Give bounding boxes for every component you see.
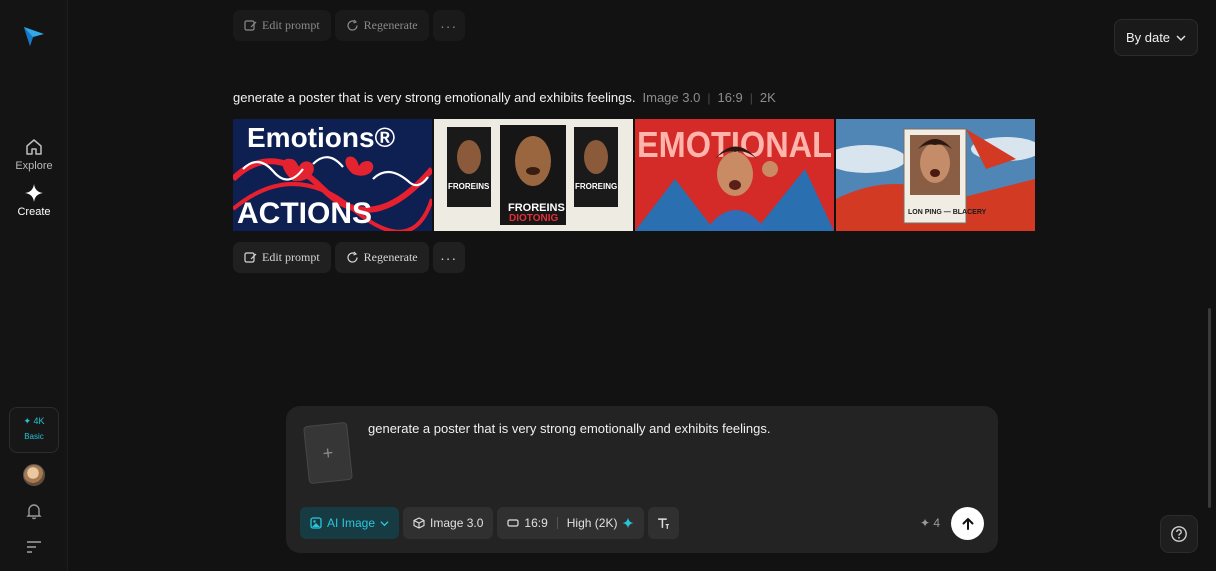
poster-artwork: EMOTIONAL [635,119,834,231]
scrollbar[interactable] [1208,308,1211,508]
generation-prompt[interactable]: generate a poster that is very strong em… [233,90,636,105]
sparkle-icon [622,517,634,529]
poster-artwork: LON PING — BLACERY [836,119,1035,231]
generated-image-3[interactable]: EMOTIONAL [635,119,834,231]
poster-subtitle: ACTIONS [237,197,372,230]
generated-image-1[interactable]: Emotions® ACTIONS [233,119,432,231]
image-icon [310,517,322,529]
edit-icon [244,20,257,31]
sparkle-icon [25,184,43,202]
divider [556,517,558,529]
refresh-icon [347,251,358,263]
previous-actions-row: Edit prompt Regenerate ··· [233,10,465,41]
chevron-down-icon [380,520,389,526]
composer-toolbar: AI Image Image 3.0 16:9 High (2K) [300,507,680,539]
chevron-down-icon [1176,34,1186,41]
poster-side-caption: FROREING [575,182,617,191]
poster-caption: LON PING — BLACERY [908,209,987,216]
quality-label: High (2K) [566,516,618,530]
regenerate-button[interactable]: Regenerate [334,10,429,41]
app-window: Explore Create ✦ 4K Basic By date Edit p… [0,0,1216,571]
generation-actions-row: Edit prompt Regenerate ··· [233,242,465,273]
credit-cost: ✦ 4 [920,516,941,530]
sidebar-item-label: Create [17,206,51,218]
bell-icon[interactable] [25,502,43,520]
sidebar-item-explore[interactable]: Explore [0,137,68,172]
mode-label: AI Image [327,516,376,530]
sidebar: Explore Create ✦ 4K Basic [0,0,68,571]
text-style-button[interactable] [648,507,680,539]
ratio-tag: 16:9 [717,90,743,105]
poster-side-caption: FROREINS [448,182,490,191]
ratio-label: 16:9 [524,516,548,530]
sort-label: By date [1125,30,1171,45]
resolution-tag: 2K [759,90,776,105]
refresh-icon [347,19,358,31]
cube-icon [413,517,425,529]
more-icon: ··· [440,249,458,266]
more-button[interactable]: ··· [432,10,465,41]
poster-subtitle: DIOTONIG [509,213,558,224]
regenerate-label: Regenerate [363,250,418,264]
model-tag: Image 3.0 [642,90,701,105]
arrow-up-icon [962,517,973,530]
help-button[interactable] [1160,515,1198,553]
menu-icon[interactable] [26,540,42,554]
ratio-quality-selector[interactable]: 16:9 High (2K) [497,507,645,539]
sidebar-item-label: Explore [15,160,53,172]
generated-images: Emotions® ACTIONS FROREINS DIOTONIG FROR… [233,119,1035,231]
separator: | [707,90,711,105]
edit-prompt-label: Edit prompt [262,250,320,264]
regenerate-button[interactable]: Regenerate [334,242,429,273]
edit-icon [244,252,257,263]
prompt-input[interactable]: generate a poster that is very strong em… [368,421,771,436]
model-selector[interactable]: Image 3.0 [403,507,494,539]
avatar[interactable] [23,464,45,486]
mode-selector[interactable]: AI Image [300,507,400,539]
generation-prompt-line: generate a poster that is very strong em… [233,90,776,105]
aspect-ratio-icon [507,519,520,527]
regenerate-label: Regenerate [363,18,418,32]
question-icon [1171,526,1187,542]
poster-artwork: FROREINS DIOTONIG FROREING FROREINS [434,119,633,231]
generated-image-2[interactable]: FROREINS DIOTONIG FROREING FROREINS [434,119,633,231]
plan-label: Basic [24,432,44,441]
more-icon: ··· [440,17,458,34]
edit-prompt-label: Edit prompt [262,18,320,32]
sort-dropdown[interactable]: By date [1114,19,1198,56]
edit-prompt-button[interactable]: Edit prompt [233,10,331,41]
edit-prompt-button[interactable]: Edit prompt [233,242,331,273]
credits-amount: ✦ 4K [23,416,45,426]
more-button[interactable]: ··· [432,242,465,273]
home-icon [26,139,42,155]
generated-image-4[interactable]: LON PING — BLACERY [836,119,1035,231]
separator: | [749,90,753,105]
text-format-icon [658,517,670,529]
poster-title: Emotions® [247,122,396,153]
model-label: Image 3.0 [430,516,484,530]
app-logo-icon[interactable] [22,24,46,48]
poster-artwork: Emotions® ACTIONS [233,119,432,231]
sidebar-item-create[interactable]: Create [0,183,68,218]
credits-badge[interactable]: ✦ 4K Basic [9,407,59,453]
upload-reference-button[interactable]: + [303,421,353,485]
plus-icon: + [321,442,335,463]
prompt-composer: + generate a poster that is very strong … [286,406,998,553]
send-button[interactable] [951,507,984,540]
